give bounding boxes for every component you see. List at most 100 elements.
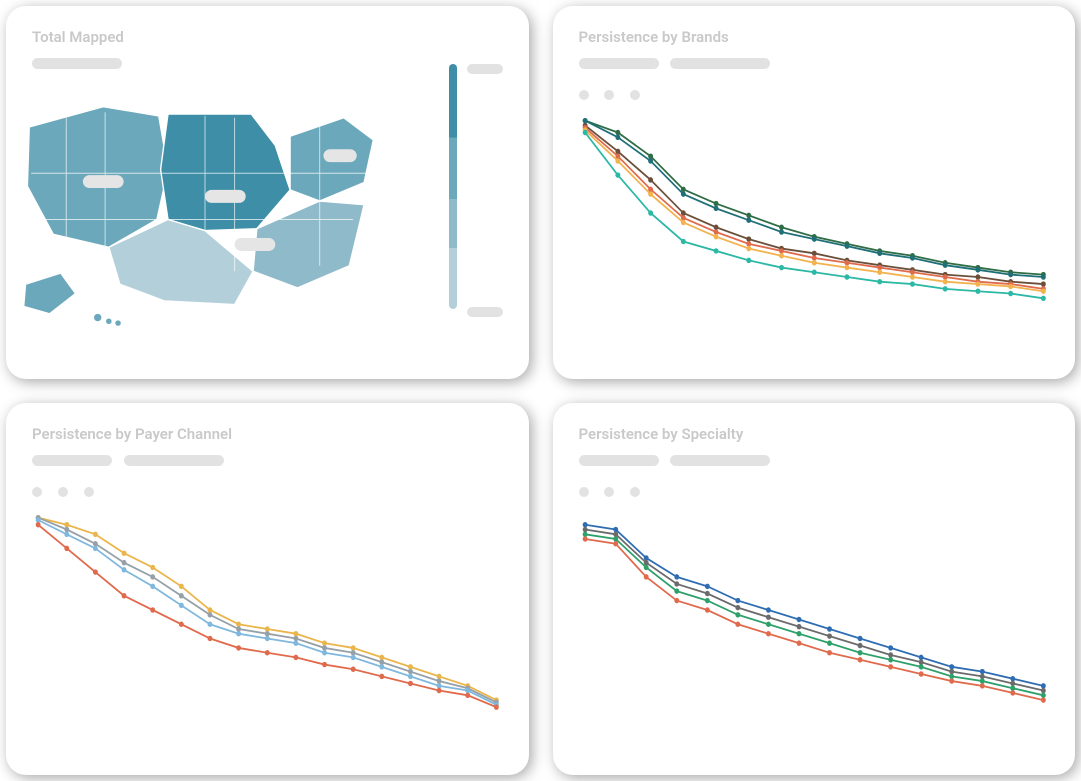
data-point[interactable] [704, 607, 709, 612]
data-point[interactable] [796, 623, 801, 628]
data-point[interactable] [122, 593, 127, 598]
data-point[interactable] [379, 654, 384, 659]
data-point[interactable] [236, 645, 241, 650]
data-point[interactable] [494, 704, 499, 709]
data-point[interactable] [975, 281, 980, 286]
data-point[interactable] [909, 274, 914, 279]
data-point[interactable] [735, 621, 740, 626]
data-point[interactable] [582, 118, 587, 123]
data-point[interactable] [437, 673, 442, 678]
data-point[interactable] [122, 550, 127, 555]
data-point[interactable] [680, 220, 685, 225]
data-point[interactable] [680, 210, 685, 215]
data-point[interactable] [351, 666, 356, 671]
data-point[interactable] [796, 616, 801, 621]
data-point[interactable] [648, 177, 653, 182]
data-point[interactable] [811, 269, 816, 274]
data-point[interactable] [236, 621, 241, 626]
data-point[interactable] [615, 153, 620, 158]
data-point[interactable] [979, 678, 984, 683]
data-point[interactable] [857, 657, 862, 662]
data-point[interactable] [64, 526, 69, 531]
data-point[interactable] [208, 635, 213, 640]
data-point[interactable] [674, 574, 679, 579]
data-point[interactable] [765, 614, 770, 619]
data-point[interactable] [746, 246, 751, 251]
data-point[interactable] [888, 645, 893, 650]
line-chart-brands[interactable] [579, 102, 1050, 353]
data-point[interactable] [582, 130, 587, 135]
data-point[interactable] [1040, 281, 1045, 286]
data-point[interactable] [379, 673, 384, 678]
data-point[interactable] [1010, 685, 1015, 690]
data-point[interactable] [746, 241, 751, 246]
data-point[interactable] [93, 531, 98, 536]
data-point[interactable] [779, 229, 784, 234]
data-point[interactable] [465, 687, 470, 692]
data-point[interactable] [918, 664, 923, 669]
data-point[interactable] [1040, 692, 1045, 697]
data-point[interactable] [93, 569, 98, 574]
data-point[interactable] [909, 281, 914, 286]
data-point[interactable] [648, 153, 653, 158]
data-point[interactable] [942, 262, 947, 267]
data-point[interactable] [680, 191, 685, 196]
data-point[interactable] [208, 621, 213, 626]
data-point[interactable] [680, 239, 685, 244]
data-point[interactable] [613, 541, 618, 546]
data-point[interactable] [1008, 272, 1013, 277]
data-point[interactable] [615, 158, 620, 163]
data-point[interactable] [322, 640, 327, 645]
data-point[interactable] [582, 526, 587, 531]
data-point[interactable] [322, 645, 327, 650]
data-point[interactable] [1040, 274, 1045, 279]
data-point[interactable] [1010, 675, 1015, 680]
data-point[interactable] [827, 649, 832, 654]
data-point[interactable] [674, 597, 679, 602]
data-point[interactable] [857, 642, 862, 647]
data-point[interactable] [888, 657, 893, 662]
data-point[interactable] [351, 654, 356, 659]
data-point[interactable] [615, 135, 620, 140]
data-point[interactable] [615, 172, 620, 177]
data-point[interactable] [811, 236, 816, 241]
data-point[interactable] [408, 680, 413, 685]
data-point[interactable] [811, 251, 816, 256]
data-point[interactable] [949, 678, 954, 683]
data-point[interactable] [64, 522, 69, 527]
data-point[interactable] [643, 564, 648, 569]
data-point[interactable] [704, 590, 709, 595]
data-point[interactable] [779, 265, 784, 270]
data-point[interactable] [437, 687, 442, 692]
data-point[interactable] [615, 149, 620, 154]
data-point[interactable] [949, 668, 954, 673]
data-point[interactable] [122, 559, 127, 564]
data-point[interactable] [36, 522, 41, 527]
data-point[interactable] [746, 217, 751, 222]
data-point[interactable] [811, 255, 816, 260]
data-point[interactable] [796, 630, 801, 635]
data-point[interactable] [265, 630, 270, 635]
data-point[interactable] [704, 583, 709, 588]
data-point[interactable] [713, 229, 718, 234]
data-point[interactable] [735, 604, 740, 609]
data-point[interactable] [265, 626, 270, 631]
data-point[interactable] [379, 664, 384, 669]
data-point[interactable] [877, 251, 882, 256]
data-point[interactable] [408, 664, 413, 669]
data-point[interactable] [674, 588, 679, 593]
data-point[interactable] [179, 621, 184, 626]
data-point[interactable] [680, 215, 685, 220]
data-point[interactable] [918, 671, 923, 676]
data-point[interactable] [942, 286, 947, 291]
data-point[interactable] [918, 654, 923, 659]
data-point[interactable] [713, 225, 718, 230]
data-point[interactable] [979, 668, 984, 673]
line-chart-payer[interactable] [32, 499, 503, 750]
data-point[interactable] [765, 607, 770, 612]
data-point[interactable] [1010, 690, 1015, 695]
data-point[interactable] [64, 545, 69, 550]
data-point[interactable] [979, 683, 984, 688]
data-point[interactable] [827, 626, 832, 631]
data-point[interactable] [351, 649, 356, 654]
